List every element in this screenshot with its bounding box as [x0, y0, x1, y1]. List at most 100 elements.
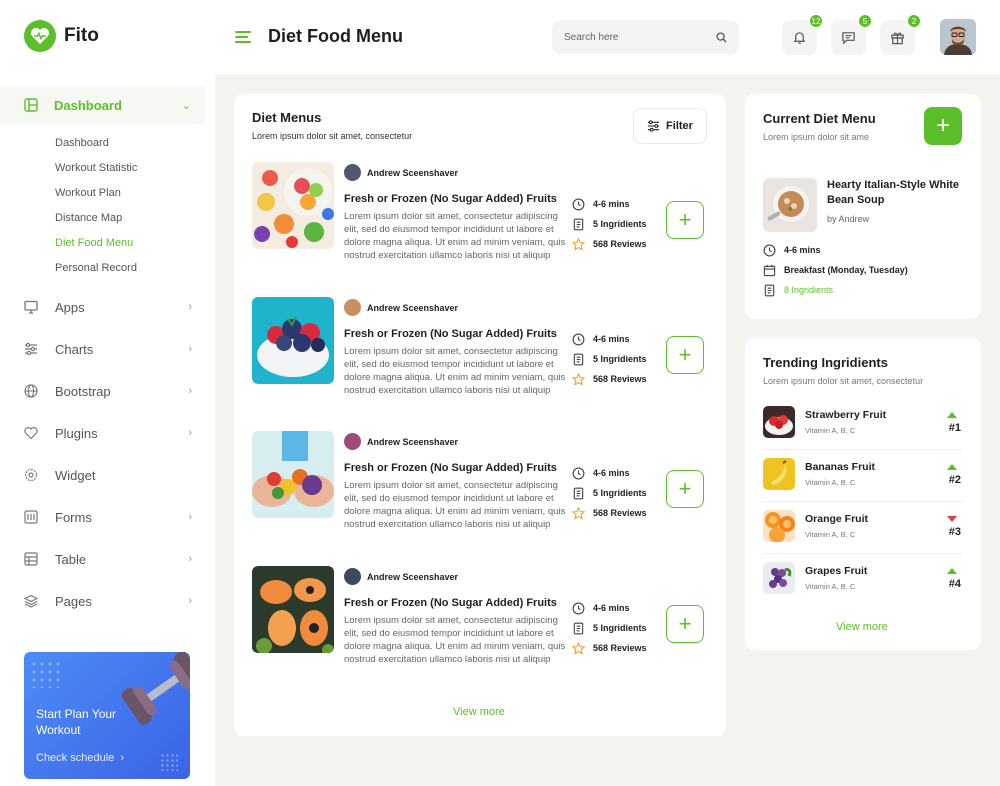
ingredient-image [763, 510, 795, 542]
list-item[interactable]: Bananas Fruit Vitamin A, B, C #2 [763, 450, 963, 502]
list-item[interactable]: Andrew Sceenshaver Fresh or Frozen (No S… [252, 566, 708, 686]
star-icon [572, 237, 585, 251]
submenu-item-active[interactable]: Diet Food Menu [55, 235, 137, 260]
sidebar-item-charts[interactable]: Charts › [24, 337, 192, 361]
reviews-value: 568 Reviews [593, 239, 647, 249]
reviews-value: 568 Reviews [593, 508, 647, 518]
promo-card[interactable]: Start Plan Your Workout Check schedule › [24, 652, 190, 779]
document-icon [764, 284, 775, 296]
chevron-right-icon: › [188, 427, 192, 439]
heart-pulse-icon [24, 20, 56, 52]
messages-badge: 5 [857, 13, 873, 29]
card-title: Current Diet Menu [763, 111, 876, 126]
view-more-link[interactable]: View more [453, 706, 505, 718]
ingredients-link[interactable]: 8 Ingridients [784, 285, 833, 295]
gifts-badge: 2 [906, 13, 922, 29]
card-subtitle: Lorem ipsum dolor sit amet, consectetur [763, 376, 924, 386]
add-diet-button[interactable]: + [924, 107, 962, 145]
author-name: Andrew Sceenshaver [367, 571, 459, 582]
table-icon [24, 552, 38, 566]
soup-image [763, 178, 817, 232]
notifications-button[interactable]: 12 [782, 13, 824, 55]
logo[interactable]: Fito [24, 20, 99, 52]
list-item[interactable]: Strawberry Fruit Vitamin A, B, C #1 [763, 398, 963, 450]
add-button[interactable]: + [666, 336, 704, 374]
ingredient-name: Orange Fruit [805, 513, 869, 525]
add-button[interactable]: + [666, 605, 704, 643]
meta-time: 4-6 mins [572, 194, 647, 214]
submenu-item[interactable]: Distance Map [55, 210, 137, 235]
dashboard-icon [24, 98, 38, 112]
submenu-item[interactable]: Workout Plan [55, 185, 137, 210]
meta-reviews: 568 Reviews [572, 369, 647, 389]
document-icon [573, 353, 584, 365]
dish-meta: 4-6 mins Breakfast (Monday, Tuesday) 8 I… [763, 240, 908, 300]
dish-title[interactable]: Hearty Italian-Style White Bean Soup [827, 178, 967, 208]
ingredient-vitamins: Vitamin A, B, C [805, 426, 856, 435]
gift-icon [891, 32, 904, 45]
filter-button[interactable]: Filter [633, 108, 707, 144]
ingredient-image [763, 406, 795, 438]
list-item[interactable]: Orange Fruit Vitamin A, B, C #3 [763, 502, 963, 554]
add-button[interactable]: + [666, 470, 704, 508]
user-avatar[interactable] [940, 19, 976, 55]
chevron-right-icon: › [188, 553, 192, 565]
calendar-icon [763, 264, 776, 276]
sidebar-item-pages[interactable]: Pages › [24, 589, 192, 613]
ingredient-rank: #3 [948, 526, 961, 538]
clock-icon [572, 467, 585, 479]
filter-icon [647, 120, 660, 132]
list-item[interactable]: Andrew Sceenshaver Fresh or Frozen (No S… [252, 431, 708, 551]
sidebar-item-table[interactable]: Table › [24, 547, 192, 571]
food-title[interactable]: Fresh or Frozen (No Sugar Added) Fruits [344, 193, 557, 205]
meta-ingredients[interactable]: 8 Ingridients [763, 280, 908, 300]
view-more-link[interactable]: View more [836, 621, 888, 633]
dish-author: by Andrew [827, 214, 870, 224]
sidebar-item-label: Forms [55, 509, 92, 525]
submenu-item[interactable]: Personal Record [55, 260, 137, 285]
submenu-item[interactable]: Dashboard [55, 135, 137, 160]
bell-icon [793, 32, 806, 44]
meta-time: 4-6 mins [763, 240, 908, 260]
food-title[interactable]: Fresh or Frozen (No Sugar Added) Fruits [344, 597, 557, 609]
author-name: Andrew Sceenshaver [367, 302, 459, 313]
dots-pattern [30, 660, 60, 688]
menu-icon[interactable] [235, 30, 251, 44]
time-value: 4-6 mins [593, 334, 630, 344]
search-icon[interactable] [716, 31, 727, 43]
promo-link-label: Check schedule [36, 752, 115, 764]
sidebar-item-plugins[interactable]: Plugins › [24, 421, 192, 445]
messages-button[interactable]: 5 [831, 13, 873, 55]
time-value: 4-6 mins [593, 603, 630, 613]
food-title[interactable]: Fresh or Frozen (No Sugar Added) Fruits [344, 462, 557, 474]
sidebar-item-dashboard[interactable]: Dashboard ⌄ [0, 86, 205, 124]
trend-down-icon [947, 516, 957, 522]
trend-up-icon [947, 568, 957, 574]
list-item[interactable]: Grapes Fruit Vitamin A, B, C #4 [763, 554, 963, 606]
food-meta: 4-6 mins 5 Ingridients 568 Reviews [572, 598, 647, 658]
sidebar-item-widget[interactable]: Widget [24, 463, 192, 487]
ingredient-image [763, 458, 795, 490]
sidebar-item-apps[interactable]: Apps › [24, 295, 192, 319]
add-button[interactable]: + [666, 201, 704, 239]
author: Andrew Sceenshaver [344, 568, 458, 585]
gifts-button[interactable]: 2 [880, 13, 922, 55]
check-schedule-link[interactable]: Check schedule › [36, 752, 124, 764]
sidebar-item-forms[interactable]: Forms › [24, 505, 192, 529]
list-item[interactable]: Andrew Sceenshaver Fresh or Frozen (No S… [252, 297, 708, 417]
ingredient-vitamins: Vitamin A, B, C [805, 530, 856, 539]
trend-up-icon [947, 412, 957, 418]
ingredient-name: Bananas Fruit [805, 461, 876, 473]
document-icon [573, 218, 584, 230]
author-avatar [344, 164, 361, 181]
meta-ingredients: 5 Ingridients [572, 483, 647, 503]
author: Andrew Sceenshaver [344, 433, 458, 450]
meta-time: 4-6 mins [572, 329, 647, 349]
food-title[interactable]: Fresh or Frozen (No Sugar Added) Fruits [344, 328, 557, 340]
submenu-item[interactable]: Workout Statistic [55, 160, 137, 185]
sidebar-item-bootstrap[interactable]: Bootstrap › [24, 379, 192, 403]
author-avatar [344, 299, 361, 316]
search-input[interactable] [564, 31, 716, 43]
sidebar-item-label: Pages [55, 593, 92, 609]
list-item[interactable]: Andrew Sceenshaver Fresh or Frozen (No S… [252, 162, 708, 282]
